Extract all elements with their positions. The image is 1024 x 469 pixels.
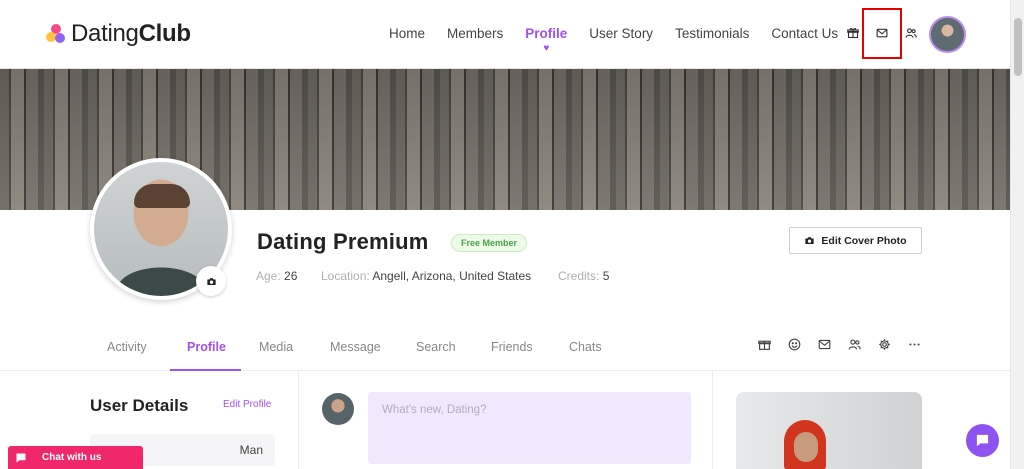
nav-members[interactable]: Members [447, 26, 503, 41]
chat-launcher-button[interactable] [966, 424, 999, 457]
edit-cover-button[interactable]: Edit Cover Photo [789, 227, 922, 254]
smile-icon[interactable] [787, 337, 801, 351]
profile-name: Dating Premium [257, 229, 429, 254]
chat-label: Chat with us [42, 452, 102, 463]
camera-icon [206, 277, 216, 285]
edit-profile-link[interactable]: Edit Profile [223, 399, 271, 410]
main-nav: Home Members Profile User Story Testimon… [389, 26, 860, 41]
users-icon[interactable] [904, 26, 918, 40]
logo-text: DatingClub [71, 20, 191, 47]
nav-profile[interactable]: Profile [525, 26, 567, 41]
column-divider [298, 371, 299, 469]
post-placeholder: What's new, Dating? [382, 404, 487, 416]
edit-cover-label: Edit Cover Photo [821, 234, 907, 247]
active-tab-indicator [170, 369, 241, 371]
tab-icons [757, 337, 937, 351]
mail-icon[interactable] [817, 337, 831, 351]
nav-contact-us[interactable]: Contact Us [771, 26, 838, 41]
tab-chats[interactable]: Chats [569, 340, 602, 354]
tab-search[interactable]: Search [416, 340, 456, 354]
nav-home[interactable]: Home [389, 26, 425, 41]
post-input[interactable]: What's new, Dating? [368, 392, 691, 464]
member-photo-card[interactable] [736, 392, 922, 469]
gift-icon[interactable] [757, 337, 771, 351]
post-avatar [322, 393, 354, 425]
tab-message[interactable]: Message [330, 340, 381, 354]
gender-value: Man [239, 443, 263, 457]
membership-badge: Free Member [451, 234, 528, 252]
chat-bubble-icon [976, 434, 989, 447]
more-icon[interactable] [907, 337, 921, 351]
scrollbar-thumb[interactable] [1014, 18, 1022, 76]
change-avatar-button[interactable] [196, 266, 226, 296]
gift-icon[interactable] [846, 26, 860, 40]
logo-icon [46, 23, 66, 45]
site-header: DatingClub Home Members Profile User Sto… [0, 0, 1010, 69]
user-details-title: User Details [90, 396, 189, 415]
camera-icon [805, 237, 815, 244]
nav-user-story[interactable]: User Story [589, 26, 653, 41]
column-divider [712, 371, 713, 469]
tab-profile[interactable]: Profile [187, 340, 226, 354]
chat-with-us-button[interactable]: Chat with us [8, 446, 143, 469]
nav-testimonials[interactable]: Testimonials [675, 26, 749, 41]
users-icon[interactable] [847, 337, 861, 351]
tab-media[interactable]: Media [259, 340, 293, 354]
tab-friends[interactable]: Friends [491, 340, 533, 354]
chat-bubble-icon [16, 453, 26, 462]
profile-location: Location: Angell, Arizona, United States [321, 269, 532, 283]
profile-age: Age: 26 [256, 269, 298, 283]
mail-highlight-box [862, 8, 902, 59]
header-avatar[interactable] [929, 16, 966, 53]
site-logo[interactable]: DatingClub [46, 20, 191, 48]
profile-credits: Credits: 5 [558, 269, 610, 283]
tab-activity[interactable]: Activity [107, 340, 147, 354]
gear-icon[interactable] [877, 337, 891, 351]
scrollbar[interactable] [1010, 0, 1024, 469]
